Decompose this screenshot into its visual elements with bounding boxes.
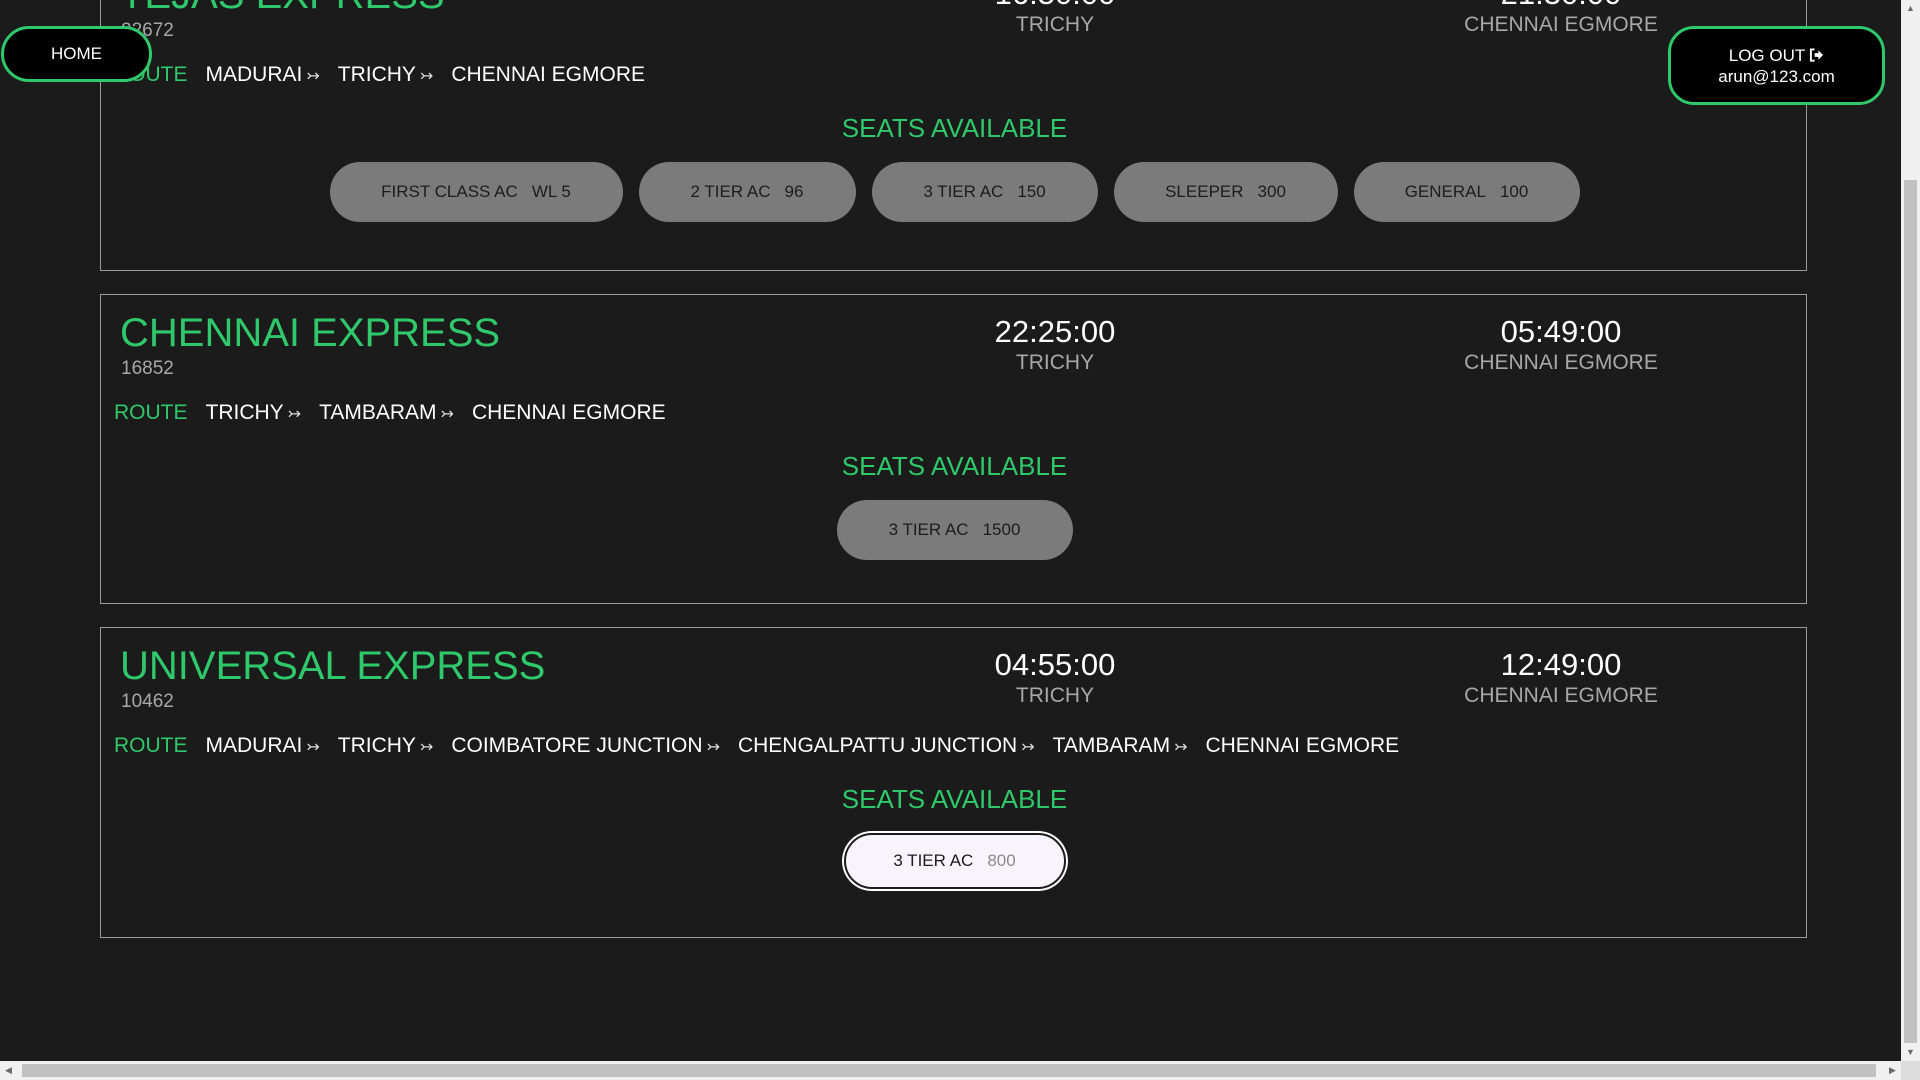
arrival-info: 21:30:00 CHENNAI EGMORE	[1401, 0, 1721, 38]
vertical-scrollbar[interactable]: ▲ ▼	[1901, 0, 1920, 1061]
train-name: CHENNAI EXPRESS	[120, 311, 501, 355]
scroll-right-icon[interactable]: ▶	[1884, 1061, 1901, 1080]
route-stop: MADURAI ↣	[205, 734, 320, 757]
seat-class-list: FIRST CLASS AC WL 5 2 TIER AC 96 3 TIER AC…	[101, 162, 1808, 222]
route: ROUTE TRICHY ↣ TAMBARAM ↣ CHENNAI EGMORE	[114, 401, 684, 425]
route-arrow-icon: ↣	[419, 68, 434, 85]
train-name: TEJAS EXPRESS	[120, 0, 445, 18]
train-number: 16852	[121, 358, 174, 379]
route-arrow-icon: ↣	[306, 739, 320, 756]
seats-available-heading: SEATS AVAILABLE	[841, 451, 1068, 481]
train-card: TEJAS EXPRESS 22672 16:50:00 TRICHY 21:3…	[100, 0, 1807, 271]
user-email: arun@123.com	[1718, 66, 1835, 86]
route-stop: CHENNAI EGMORE	[1205, 734, 1400, 757]
arrival-time: 05:49:00	[1500, 314, 1622, 349]
horizontal-scroll-thumb[interactable]	[22, 1064, 1876, 1077]
arrival-time: 21:30:00	[1401, 0, 1721, 12]
logout-icon	[1810, 48, 1824, 62]
route: ROUTE MADURAI ↣ TRICHY ↣ COIMBATORE JUNCTI…	[114, 734, 1417, 758]
departure-info: 04:55:00 TRICHY	[945, 647, 1165, 709]
scrollbar-corner	[1901, 1061, 1920, 1080]
route-label: ROUTE	[114, 734, 188, 757]
train-number: 10462	[121, 691, 174, 712]
train-card: UNIVERSAL EXPRESS 10462 04:55:00 TRICHY …	[100, 627, 1807, 938]
seats-available-heading: SEATS AVAILABLE	[841, 784, 1068, 814]
seat-class-button[interactable]: FIRST CLASS AC WL 5	[329, 162, 623, 222]
route-stop: MADURAI ↣	[205, 63, 320, 86]
viewport: TEJAS EXPRESS 22672 16:50:00 TRICHY 21:3…	[0, 0, 1901, 1061]
departure-time: 04:55:00	[994, 647, 1116, 682]
route-stop: TRICHY ↣	[337, 63, 434, 86]
departure-time: 22:25:00	[994, 314, 1116, 349]
route-stop: TAMBARAM ↣	[1052, 734, 1188, 757]
departure-info: 16:50:00 TRICHY	[945, 0, 1165, 38]
route-stop: CHENGALPATTU JUNCTION ↣	[737, 734, 1035, 757]
departure-time: 16:50:00	[945, 0, 1165, 12]
seat-class-list: 3 TIER AC 800	[101, 833, 1808, 889]
arrival-info: 12:49:00 CHENNAI EGMORE	[1401, 647, 1721, 709]
train-name: UNIVERSAL EXPRESS	[120, 644, 546, 688]
route-arrow-icon: ↣	[1021, 739, 1035, 756]
scroll-left-icon[interactable]: ◀	[0, 1061, 17, 1080]
arrival-station: CHENNAI EGMORE	[1464, 351, 1658, 374]
route-stop: TAMBARAM ↣	[319, 401, 454, 424]
arrival-time: 12:49:00	[1500, 647, 1622, 682]
scroll-up-icon[interactable]: ▲	[1901, 0, 1920, 17]
departure-station: TRICHY	[1015, 684, 1095, 707]
horizontal-scrollbar[interactable]: ◀ ▶	[0, 1061, 1901, 1080]
seat-class-list: 3 TIER AC 1500	[101, 500, 1808, 560]
seat-class-button[interactable]: 3 TIER AC 150	[871, 162, 1098, 222]
route-stop: TRICHY ↣	[205, 401, 302, 424]
train-card: CHENNAI EXPRESS 16852 22:25:00 TRICHY 05…	[100, 294, 1807, 604]
seat-class-button-selected[interactable]: 3 TIER AC 800	[843, 833, 1066, 889]
logout-line: LOG OUT	[1729, 45, 1825, 66]
home-button[interactable]: HOME	[1, 26, 152, 82]
seat-class-button[interactable]: 2 TIER AC 96	[638, 162, 856, 222]
arrival-station: CHENNAI EGMORE	[1464, 684, 1658, 707]
route-stop: CHENNAI EGMORE	[451, 63, 646, 86]
seats-available-heading: SEATS AVAILABLE	[841, 113, 1068, 143]
seat-class-button[interactable]: 3 TIER AC 1500	[836, 500, 1073, 560]
route: ROUTE MADURAI ↣ TRICHY ↣ CHENNAI EGMORE	[114, 63, 663, 87]
logout-button[interactable]: LOG OUT arun@123.com	[1668, 26, 1885, 105]
route-arrow-icon: ↣	[706, 739, 720, 756]
route-arrow-icon: ↣	[1174, 739, 1188, 756]
route-stop: CHENNAI EGMORE	[471, 401, 666, 424]
arrival-station: CHENNAI EGMORE	[1464, 13, 1658, 36]
route-arrow-icon: ↣	[306, 68, 320, 85]
route-stop: COIMBATORE JUNCTION ↣	[451, 734, 720, 757]
departure-station: TRICHY	[1015, 13, 1095, 36]
route-arrow-icon: ↣	[440, 406, 454, 423]
vertical-scroll-thumb[interactable]	[1904, 180, 1917, 1043]
route-arrow-icon: ↣	[287, 406, 302, 423]
arrival-info: 05:49:00 CHENNAI EGMORE	[1401, 314, 1721, 376]
route-arrow-icon: ↣	[419, 739, 434, 756]
seat-class-button[interactable]: GENERAL 100	[1353, 162, 1580, 222]
route-label: ROUTE	[114, 401, 188, 424]
scroll-down-icon[interactable]: ▼	[1901, 1044, 1920, 1061]
departure-station: TRICHY	[1015, 351, 1095, 374]
seat-class-button[interactable]: SLEEPER 300	[1113, 162, 1338, 222]
departure-info: 22:25:00 TRICHY	[945, 314, 1165, 376]
route-stop: TRICHY ↣	[337, 734, 434, 757]
